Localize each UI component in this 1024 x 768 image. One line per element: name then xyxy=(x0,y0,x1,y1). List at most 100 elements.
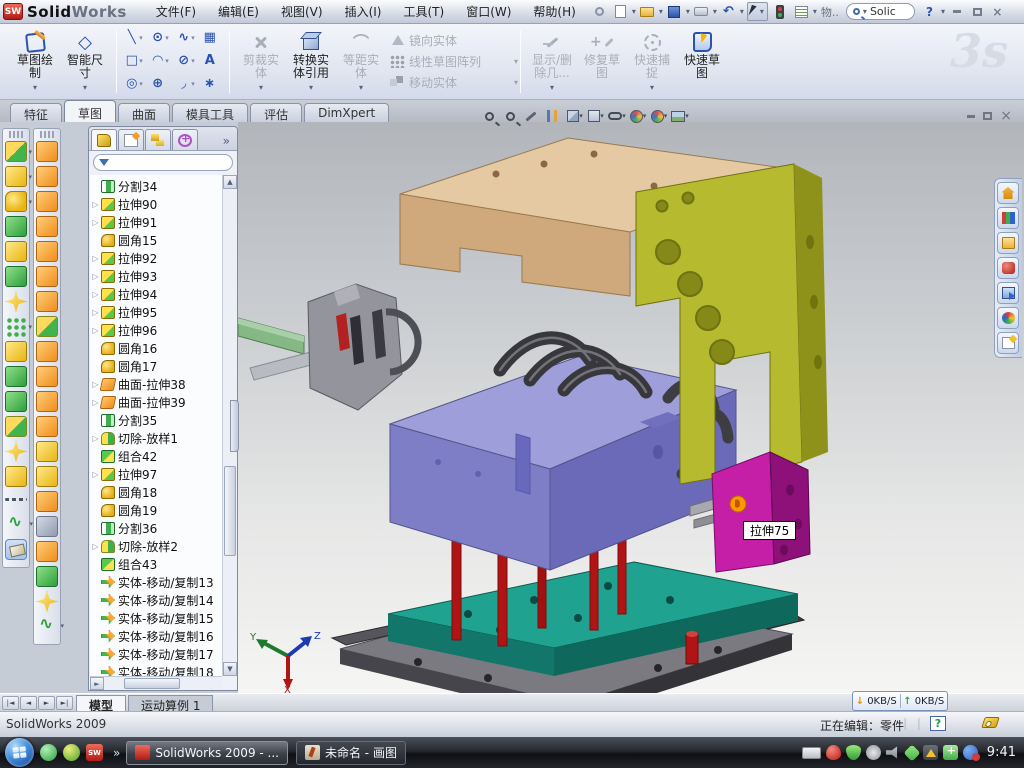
feature-tree-item[interactable]: ▷ 拉伸91 xyxy=(90,213,222,231)
tab-nav-button[interactable]: ◄ xyxy=(20,696,37,710)
insert-block[interactable] xyxy=(712,452,810,572)
doc-restore-button[interactable] xyxy=(983,112,992,120)
tray-icon[interactable] xyxy=(943,745,958,760)
feature-manager-tab[interactable] xyxy=(172,129,198,150)
hud-icon[interactable]: ▾ xyxy=(482,107,500,125)
task-pane-button[interactable] xyxy=(997,207,1019,229)
doc-minimize-button[interactable] xyxy=(967,115,975,118)
toolbar-button[interactable] xyxy=(36,541,58,562)
feature-tree-item[interactable]: 圆角17 xyxy=(90,357,222,375)
toolbar-button[interactable] xyxy=(36,366,58,387)
expand-arrow-icon[interactable]: ▷ xyxy=(90,200,101,209)
feature-tree-item[interactable]: 分割35 xyxy=(90,411,222,429)
sketch-entity-button[interactable]: ∿ ▾ xyxy=(173,30,199,45)
taskbar-window-button[interactable]: 未命名 - 画图 xyxy=(296,741,406,765)
toolbar-button[interactable] xyxy=(5,166,27,187)
ribbon-tab[interactable]: DimXpert xyxy=(304,103,389,122)
command-button[interactable]: 剪裁实体 ▾ xyxy=(236,29,286,94)
hud-icon[interactable]: ▾ xyxy=(545,107,563,125)
tray-icon[interactable] xyxy=(923,745,938,760)
toolbar-button[interactable] xyxy=(36,341,58,362)
task-pane-button[interactable] xyxy=(997,307,1019,329)
toolbar-button[interactable] xyxy=(5,539,27,560)
feature-tree-item[interactable]: ▷ 切除-放样1 xyxy=(90,429,222,447)
feature-tree-item[interactable]: 分割34 xyxy=(90,177,222,195)
command-button[interactable]: 快速捕捉 ▾ xyxy=(627,29,677,94)
task-pane-button[interactable] xyxy=(997,332,1019,354)
scroll-right-button[interactable]: ► xyxy=(90,677,104,690)
toolbar-overflow[interactable]: 物.. xyxy=(821,4,839,20)
command-button[interactable]: 快速草图 ▾ xyxy=(677,29,727,94)
model-3d-assembly[interactable] xyxy=(238,122,1024,693)
toolbar-button[interactable] xyxy=(5,341,27,362)
feature-tree-item[interactable]: 实体-移动/复制17 xyxy=(90,645,222,663)
toolbar-button[interactable] xyxy=(36,291,58,312)
window-minimize-button[interactable] xyxy=(949,4,966,19)
tab-nav-button[interactable]: ►| xyxy=(56,696,73,710)
tray-icon[interactable] xyxy=(903,744,920,761)
toolbar-button[interactable] xyxy=(36,266,58,287)
red-cylinder[interactable] xyxy=(686,631,698,664)
sketch-entity-button[interactable]: ⊘ ▾ xyxy=(173,53,199,68)
command-button[interactable]: 草图绘制 ▾ xyxy=(10,29,60,94)
help-icon[interactable]: ? xyxy=(920,3,939,21)
window-restore-button[interactable] xyxy=(969,4,986,19)
menu-item[interactable]: 文件(F) xyxy=(145,0,207,23)
toolbar-button[interactable] xyxy=(5,316,27,337)
feature-tree-item[interactable]: 实体-移动/复制14 xyxy=(90,591,222,609)
toolbar-button[interactable] xyxy=(36,416,58,437)
quick-launch-chevron[interactable]: » xyxy=(113,746,120,760)
feature-tree-item[interactable]: ▷ 切除-放样2 xyxy=(90,537,222,555)
toolbar-button[interactable] xyxy=(5,291,27,312)
toolbar-button[interactable] xyxy=(36,216,58,237)
ribbon-tab[interactable]: 评估 xyxy=(250,103,302,122)
toolbar-button[interactable] xyxy=(5,191,27,212)
sketch-entity-button[interactable]: ◠ ▾ xyxy=(147,53,173,68)
toolbar-button[interactable] xyxy=(5,141,27,162)
hud-icon[interactable]: ▾ xyxy=(671,107,689,125)
scroll-down-button[interactable]: ▼ xyxy=(223,662,237,676)
new-document-icon[interactable] xyxy=(611,3,630,21)
feature-manager-tab[interactable] xyxy=(118,129,144,150)
document-tab[interactable]: 运动算例 1 xyxy=(128,695,213,711)
window-close-button[interactable]: × xyxy=(989,4,1006,19)
feature-tree-item[interactable]: ▷ 拉伸95 xyxy=(90,303,222,321)
feature-tree-item[interactable]: 实体-移动/复制18 xyxy=(90,663,222,676)
panel-splitter-handle[interactable] xyxy=(230,400,239,452)
expand-arrow-icon[interactable]: ▷ xyxy=(90,218,101,227)
expand-arrow-icon[interactable]: ▷ xyxy=(90,542,101,551)
status-help-icon[interactable]: ? xyxy=(930,716,946,731)
command-button[interactable]: 显示/删除几... ▾ xyxy=(527,29,577,94)
document-tab[interactable]: 模型 xyxy=(76,695,126,711)
start-button[interactable] xyxy=(5,738,34,767)
feature-tree-item[interactable]: ▷ 曲面-拉伸39 xyxy=(90,393,222,411)
taskbar-window-button[interactable]: SolidWorks 2009 - ... xyxy=(126,741,288,765)
undo-icon[interactable]: ↶ xyxy=(719,3,738,21)
sketch-entity-button[interactable]: ▦ ▾ xyxy=(199,30,225,45)
pin-icon[interactable] xyxy=(590,3,609,21)
toolbar-button[interactable] xyxy=(36,316,58,337)
menu-item[interactable]: 窗口(W) xyxy=(455,0,522,23)
feature-tree-item[interactable]: 分割36 xyxy=(90,519,222,537)
hud-icon[interactable]: ▾ xyxy=(650,107,668,125)
feature-tree-item[interactable]: ▷ 拉伸94 xyxy=(90,285,222,303)
feature-tree-item[interactable]: ▷ 曲面-拉伸38 xyxy=(90,375,222,393)
expand-arrow-icon[interactable]: ▷ xyxy=(90,272,101,281)
select-tool-button[interactable]: ▾ xyxy=(747,2,768,21)
sketch-entity-button[interactable]: ╲ ▾ xyxy=(121,30,147,45)
toolbar-grip[interactable] xyxy=(40,131,54,138)
toolbar-button[interactable] xyxy=(36,516,58,537)
task-pane-button[interactable] xyxy=(997,257,1019,279)
hud-icon[interactable]: ▾ xyxy=(524,107,542,125)
expand-arrow-icon[interactable]: ▷ xyxy=(90,308,101,317)
chevron-right-icon[interactable]: » xyxy=(218,134,235,150)
hud-icon[interactable]: ▾ xyxy=(629,107,647,125)
toolbar-button[interactable] xyxy=(36,441,58,462)
feature-tree-item[interactable]: ▷ 拉伸93 xyxy=(90,267,222,285)
sketch-entity-button[interactable]: ⊙ ▾ xyxy=(147,30,173,45)
filter-input[interactable] xyxy=(93,154,233,171)
toolbar-button[interactable] xyxy=(5,391,27,412)
hud-icon[interactable]: ▾ xyxy=(608,107,626,125)
tab-nav-button[interactable]: ► xyxy=(38,696,55,710)
toolbar-button[interactable] xyxy=(36,241,58,262)
